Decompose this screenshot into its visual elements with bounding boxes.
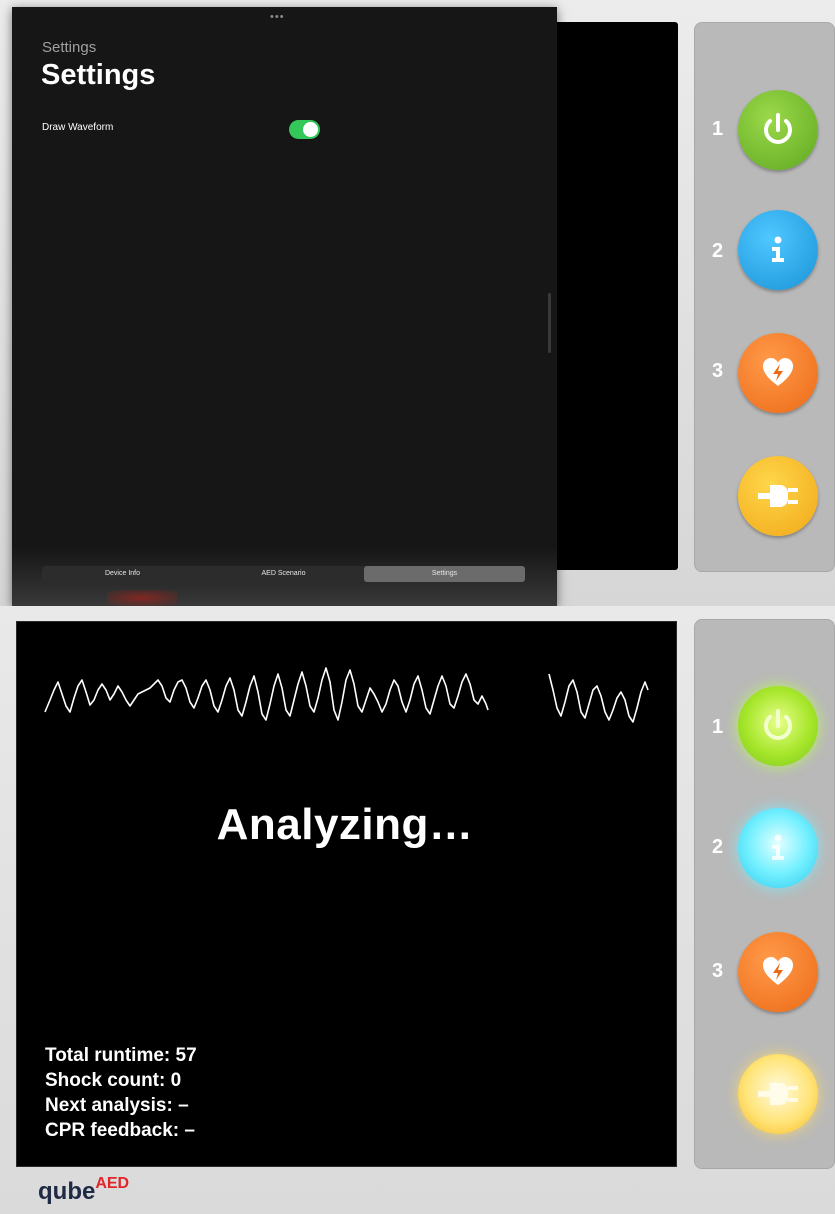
heart-shock-icon — [763, 358, 793, 386]
qubeaed-logo: qubeAED — [38, 1175, 129, 1206]
info-button[interactable] — [738, 808, 818, 888]
button-number-1: 1 — [712, 716, 724, 738]
setting-label: Draw Waveform — [42, 122, 114, 133]
shock-button[interactable] — [738, 333, 818, 413]
toggle-knob — [303, 122, 318, 137]
cpr-feedback: CPR feedback: – — [45, 1120, 195, 1141]
settings-caption: Settings — [42, 39, 97, 56]
plug-icon — [758, 1083, 798, 1105]
tab-device-info[interactable]: Device Info — [42, 566, 203, 582]
power-button[interactable] — [738, 686, 818, 766]
scrollbar[interactable] — [548, 293, 551, 353]
power-icon — [764, 113, 792, 144]
heart-shock-icon — [763, 957, 793, 985]
shock-button[interactable] — [738, 932, 818, 1012]
tab-aed-scenario[interactable]: AED Scenario — [203, 566, 364, 582]
setting-row-draw-waveform: Draw Waveform — [42, 118, 320, 140]
settings-sheet: ••• Settings Settings Draw Waveform Devi… — [12, 7, 557, 606]
next-analysis: Next analysis: – — [45, 1095, 189, 1116]
info-button[interactable] — [738, 210, 818, 290]
plug-icon — [758, 485, 798, 507]
button-number-3: 3 — [712, 960, 724, 982]
sheet-grabber[interactable]: ••• — [270, 11, 285, 23]
tab-bar: Device Info AED Scenario Settings — [42, 566, 525, 582]
shock-count: Shock count: 0 — [45, 1070, 182, 1091]
plug-button[interactable] — [738, 1054, 818, 1134]
top-aed-screen — [540, 22, 678, 570]
draw-waveform-toggle[interactable] — [289, 120, 320, 139]
stats-panel: Total runtime: 57 Shock count: 0 Next an… — [45, 1043, 197, 1143]
info-icon — [772, 834, 784, 860]
button-number-2: 2 — [712, 836, 724, 858]
total-runtime: Total runtime: 57 — [45, 1045, 197, 1066]
power-icon — [764, 709, 792, 740]
analysis-status: Analyzing… — [216, 800, 474, 849]
page-title: Settings — [41, 59, 156, 91]
logo-name: qube — [38, 1178, 96, 1205]
button-number-3: 3 — [712, 360, 724, 382]
info-icon — [772, 236, 784, 262]
plug-button[interactable] — [738, 456, 818, 536]
button-number-1: 1 — [712, 118, 724, 140]
tab-settings[interactable]: Settings — [364, 566, 525, 582]
button-number-2: 2 — [712, 240, 724, 262]
red-indicator-glow — [107, 590, 177, 606]
power-button[interactable] — [738, 90, 818, 170]
logo-suffix: AED — [95, 1175, 130, 1192]
